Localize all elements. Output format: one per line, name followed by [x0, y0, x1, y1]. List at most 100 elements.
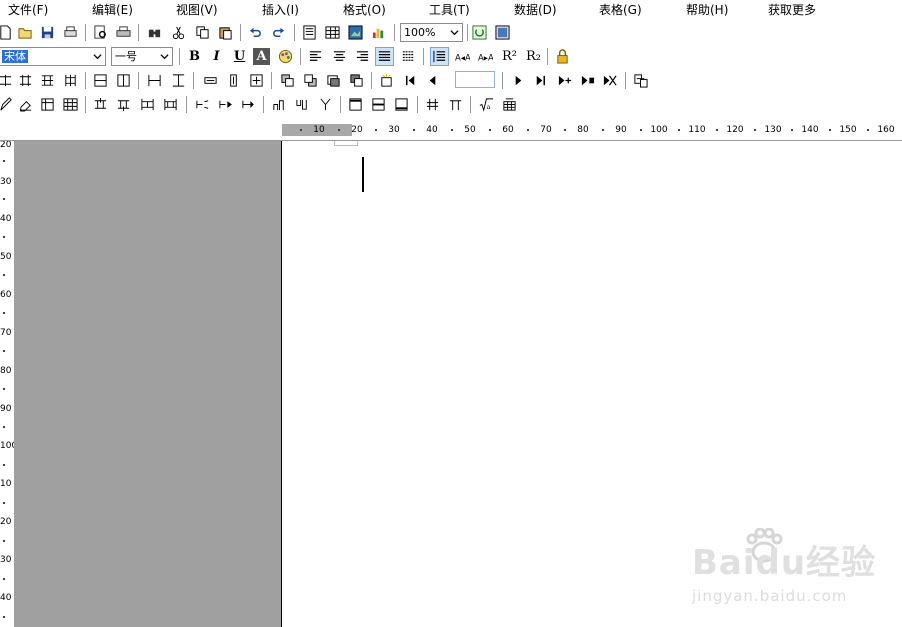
cut-icon[interactable] [169, 23, 188, 42]
paste-icon[interactable] [216, 23, 235, 42]
insert-row-above-icon[interactable] [91, 95, 110, 114]
italic-button[interactable]: I [207, 47, 226, 66]
font-name-select[interactable]: 宋体 [0, 47, 106, 66]
underline-button[interactable]: U [230, 47, 249, 66]
menu-format[interactable]: 格式(O) [343, 2, 386, 18]
print-icon[interactable] [114, 23, 133, 42]
align-bottom-icon[interactable] [316, 95, 335, 114]
line-spacing-icon[interactable] [430, 47, 449, 66]
print-setup-icon[interactable] [61, 23, 80, 42]
condense-spacing-icon[interactable]: A▸A [476, 47, 495, 66]
prev-record-icon[interactable] [423, 71, 442, 90]
last-record-icon[interactable] [531, 71, 550, 90]
undo-icon[interactable] [246, 23, 265, 42]
open-folder-icon[interactable] [16, 23, 35, 42]
text-cursor [362, 157, 364, 192]
outline-button[interactable]: A [253, 48, 270, 65]
ruler-tick [867, 129, 869, 131]
menu-table[interactable]: 表格(G) [599, 2, 642, 18]
insert-chart-icon[interactable] [369, 23, 388, 42]
draw-table-icon[interactable] [38, 95, 57, 114]
redo-icon[interactable] [269, 23, 288, 42]
subscript-button[interactable]: R₂ [524, 47, 543, 66]
group-icon[interactable] [324, 71, 343, 90]
calculator-icon[interactable] [500, 95, 519, 114]
delete-record-icon[interactable] [578, 71, 597, 90]
expand-spacing-icon[interactable]: A◂A [453, 47, 472, 66]
zoom-select[interactable]: 100% [400, 23, 463, 42]
insert-col-icon[interactable] [61, 71, 80, 90]
insert-image-icon[interactable] [346, 23, 365, 42]
insert-col-left-icon[interactable] [138, 95, 157, 114]
page-layout-icon[interactable] [300, 23, 319, 42]
bold-button[interactable]: B [185, 47, 204, 66]
horizontal-ruler[interactable]: 10 20 30 40 50 60 70 80 90 100 110 120 1… [0, 120, 902, 141]
delete-row-icon[interactable] [193, 95, 212, 114]
fit-icon[interactable] [247, 71, 266, 90]
cell-fill-icon[interactable] [114, 71, 133, 90]
merge-cells-icon[interactable] [16, 71, 35, 90]
distribute-v-icon[interactable] [224, 71, 243, 90]
align-center-icon[interactable] [330, 47, 349, 66]
vertical-ruler[interactable]: 20 30 40 50 60 70 80 90 100 10 20 30 40 [0, 141, 14, 627]
eraser-icon[interactable] [16, 95, 35, 114]
export-icon[interactable] [631, 71, 650, 90]
split-table-icon[interactable] [423, 95, 442, 114]
distribute-align-icon[interactable] [399, 47, 418, 66]
align-top-icon[interactable] [270, 95, 289, 114]
refresh-icon[interactable] [470, 23, 489, 42]
stop-record-icon[interactable] [600, 71, 619, 90]
color-palette-icon[interactable] [276, 47, 295, 66]
add-record-icon[interactable] [555, 71, 574, 90]
menu-tools[interactable]: 工具(T) [429, 2, 470, 18]
distribute-h-icon[interactable] [201, 71, 220, 90]
font-size-select[interactable]: 一号 [111, 47, 173, 66]
chevron-down-icon [447, 24, 462, 41]
menu-file[interactable]: 文件(F) [8, 2, 48, 18]
menu-view[interactable]: 视图(V) [176, 2, 218, 18]
table-top-border-icon[interactable] [346, 95, 365, 114]
menu-help[interactable]: 帮助(H) [686, 2, 728, 18]
delete-cell-icon[interactable] [239, 95, 258, 114]
send-back-icon[interactable] [301, 71, 320, 90]
new-record-icon[interactable] [377, 71, 396, 90]
table-header-icon[interactable] [446, 95, 465, 114]
equal-width-icon[interactable] [145, 71, 164, 90]
menu-insert[interactable]: 插入(I) [262, 2, 299, 18]
align-middle-icon[interactable] [293, 95, 312, 114]
view-icon[interactable] [493, 23, 512, 42]
insert-table-icon[interactable] [323, 23, 342, 42]
save-icon[interactable] [38, 23, 57, 42]
pencil-icon[interactable] [0, 95, 15, 114]
bring-front-icon[interactable] [278, 71, 297, 90]
align-justify-icon[interactable] [375, 47, 394, 66]
ruler-label: 10 [313, 125, 325, 135]
table-middle-border-icon[interactable] [369, 95, 388, 114]
equal-height-icon[interactable] [169, 71, 188, 90]
menu-edit[interactable]: 编辑(E) [92, 2, 133, 18]
align-left-icon[interactable] [306, 47, 325, 66]
insert-row-icon[interactable] [38, 71, 57, 90]
copy-icon[interactable] [193, 23, 212, 42]
table-bottom-border-icon[interactable] [392, 95, 411, 114]
lock-icon[interactable] [553, 47, 572, 66]
align-right-icon[interactable] [353, 47, 372, 66]
print-preview-icon[interactable] [91, 23, 110, 42]
delete-col-icon[interactable] [216, 95, 235, 114]
formula-icon[interactable]: a [477, 95, 496, 114]
insert-row-below-icon[interactable] [114, 95, 133, 114]
grid-table-icon[interactable] [61, 95, 80, 114]
ruler-tick [413, 129, 415, 131]
split-cells-icon[interactable] [0, 71, 15, 90]
next-record-icon[interactable] [509, 71, 528, 90]
new-doc-icon[interactable] [0, 23, 15, 42]
insert-col-right-icon[interactable] [161, 95, 180, 114]
menu-data[interactable]: 数据(D) [514, 2, 557, 18]
cell-border-icon[interactable] [91, 71, 110, 90]
record-number-input[interactable] [455, 71, 495, 88]
find-icon[interactable] [145, 23, 164, 42]
superscript-button[interactable]: R² [500, 47, 519, 66]
first-record-icon[interactable] [401, 71, 420, 90]
menu-get-more[interactable]: 获取更多 [768, 2, 816, 18]
ungroup-icon[interactable] [347, 71, 366, 90]
